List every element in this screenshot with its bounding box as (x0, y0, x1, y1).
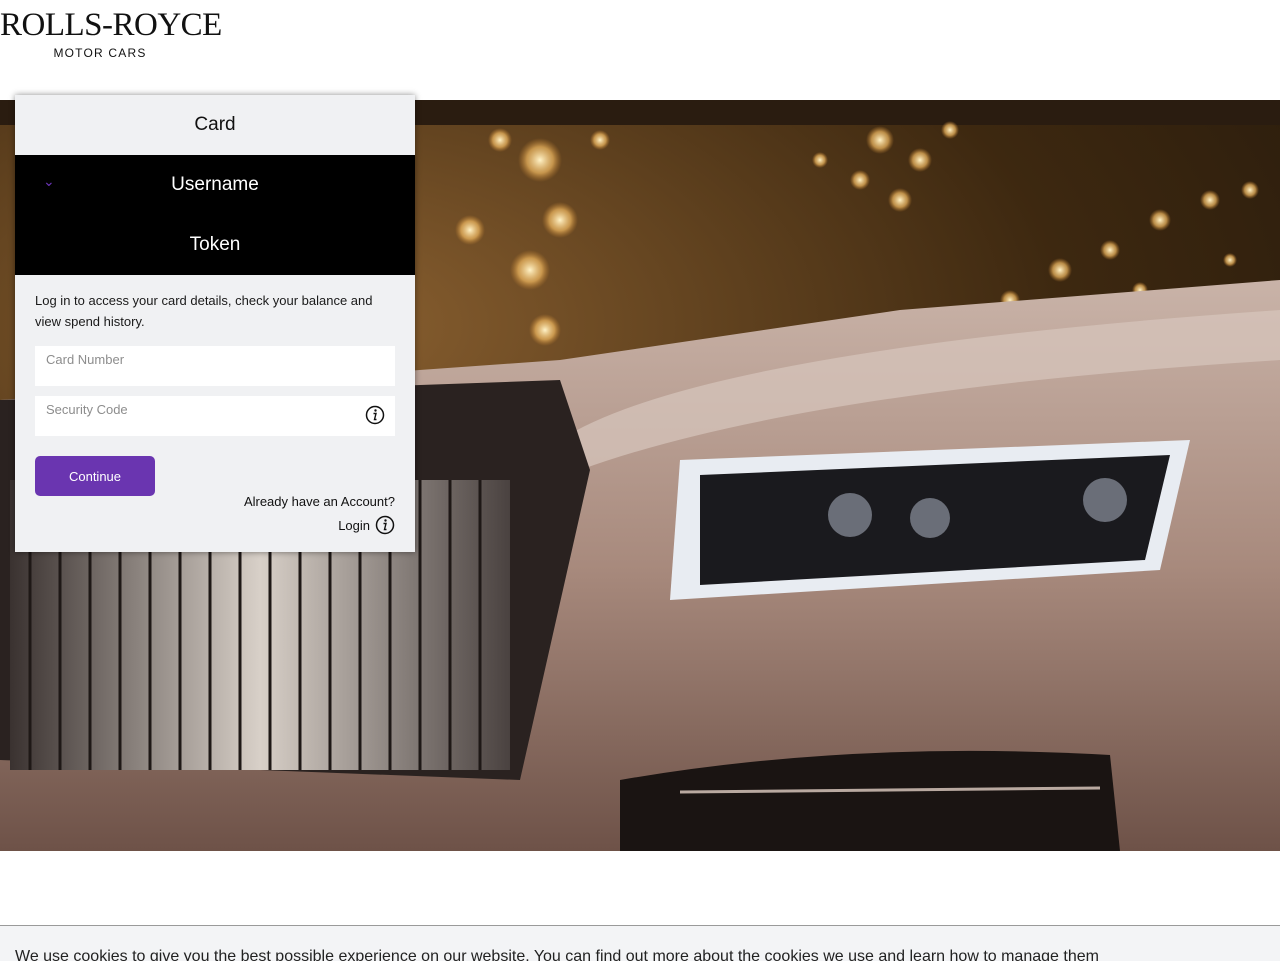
security-code-field (35, 396, 395, 436)
card-number-input[interactable] (35, 346, 395, 386)
tab-username-label: Username (171, 174, 259, 195)
security-code-input[interactable] (35, 396, 395, 436)
brand-name: ROLLS-ROYCE (0, 7, 222, 43)
info-icon[interactable] (365, 405, 385, 425)
chevron-down-icon: ⌄ (43, 173, 55, 189)
tab-username[interactable]: ⌄ Username (15, 155, 415, 215)
login-link[interactable]: Login (338, 515, 395, 535)
info-icon (375, 515, 395, 535)
cookie-text: We use cookies to give you the best poss… (15, 948, 1099, 961)
intro-text: Log in to access your card details, chec… (35, 293, 373, 329)
tab-card[interactable]: Card (15, 95, 415, 155)
brand-subtitle: MOTOR CARS (53, 46, 147, 60)
card-number-field (35, 346, 395, 386)
already-account-text: Already have an Account? (243, 494, 395, 509)
brand-logo[interactable]: ROLLS-ROYCE MOTOR CARS (0, 7, 222, 60)
login-panel: Card ⌄ Username Token Log in to access y… (15, 95, 415, 552)
tab-card-label: Card (194, 114, 236, 135)
tab-token[interactable]: Token (15, 215, 415, 275)
login-label: Login (338, 517, 370, 533)
continue-button[interactable]: Continue (35, 456, 155, 496)
cookie-banner: We use cookies to give you the best poss… (0, 925, 1280, 961)
tab-token-label: Token (189, 234, 241, 255)
